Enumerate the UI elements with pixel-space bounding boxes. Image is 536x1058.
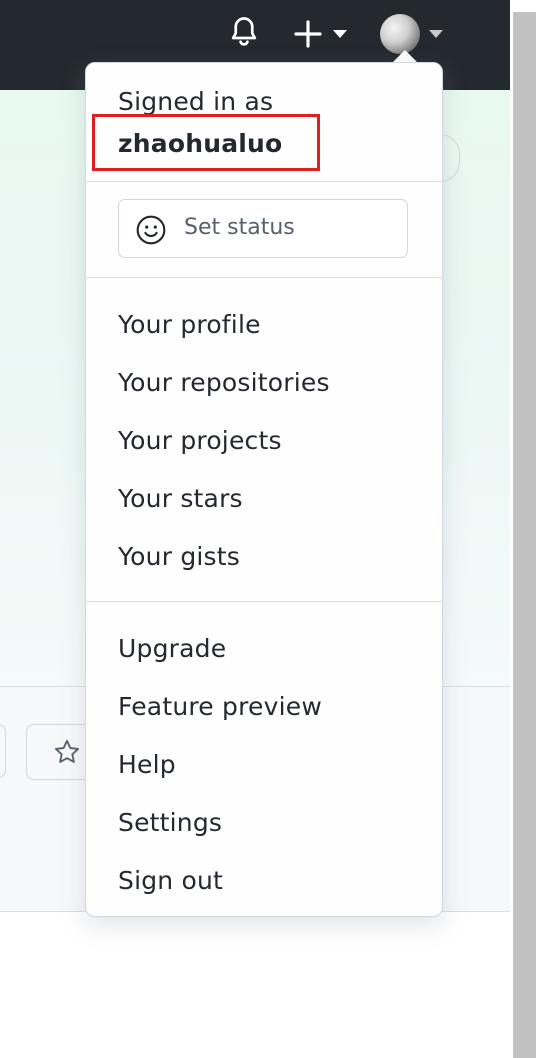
star-icon bbox=[54, 739, 80, 763]
scrollbar-thumb[interactable] bbox=[513, 12, 536, 1058]
menu-item-your-repositories[interactable]: Your repositories bbox=[118, 366, 330, 400]
menu-item-your-profile[interactable]: Your profile bbox=[118, 308, 261, 342]
bell-icon[interactable] bbox=[226, 14, 262, 50]
smiley-icon bbox=[136, 215, 166, 245]
menu-item-your-stars[interactable]: Your stars bbox=[118, 482, 243, 516]
avatar[interactable] bbox=[380, 14, 420, 54]
menu-item-sign-out[interactable]: Sign out bbox=[118, 864, 223, 898]
menu-divider bbox=[86, 601, 442, 602]
chevron-down-icon[interactable] bbox=[332, 29, 348, 39]
set-status-label: Set status bbox=[184, 215, 295, 240]
chevron-down-icon[interactable] bbox=[428, 29, 444, 39]
menu-item-help[interactable]: Help bbox=[118, 748, 176, 782]
menu-pointer bbox=[393, 50, 417, 62]
username-highlight-box bbox=[92, 114, 320, 171]
menu-item-settings[interactable]: Settings bbox=[118, 806, 222, 840]
menu-item-your-gists[interactable]: Your gists bbox=[118, 540, 240, 574]
menu-item-your-projects[interactable]: Your projects bbox=[118, 424, 282, 458]
plus-icon[interactable] bbox=[292, 18, 324, 50]
menu-divider bbox=[86, 277, 442, 278]
menu-item-upgrade[interactable]: Upgrade bbox=[118, 632, 226, 666]
menu-item-feature-preview[interactable]: Feature preview bbox=[118, 690, 322, 724]
set-status-button[interactable]: Set status bbox=[118, 199, 408, 258]
background-button[interactable] bbox=[0, 724, 6, 778]
menu-divider bbox=[86, 181, 442, 182]
